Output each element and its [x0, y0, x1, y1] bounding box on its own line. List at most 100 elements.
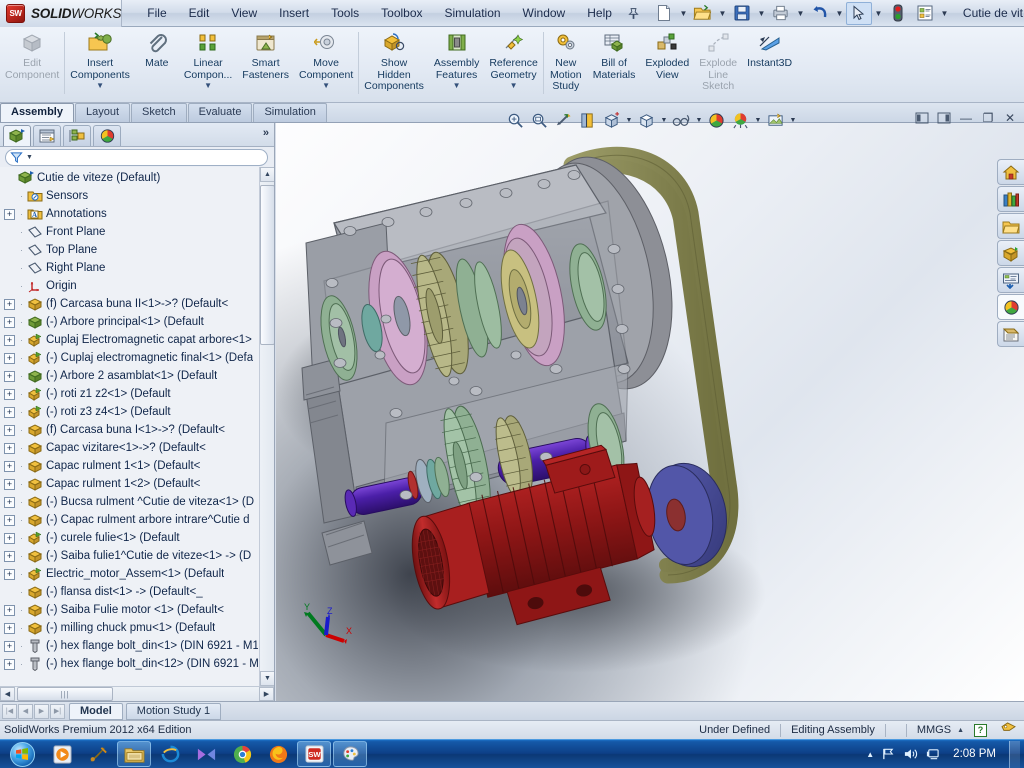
tree-horizontal-scrollbar[interactable]: ◀ ||| ▶ — [0, 686, 274, 701]
tree-expand-toggle[interactable]: + — [4, 658, 15, 670]
tab-layout[interactable]: Layout — [74, 103, 131, 122]
chevron-down-icon[interactable]: ▼ — [625, 117, 633, 124]
taskbar-media-player[interactable] — [45, 741, 79, 767]
tree-expand-toggle[interactable]: + — [4, 334, 15, 346]
tree-item[interactable]: + · (-) roti z1 z2<1> (Default — [0, 385, 258, 403]
tree-item[interactable]: + · Capac rulment 1<1> (Default< — [0, 457, 258, 475]
taskbar-movie-maker[interactable] — [189, 741, 223, 767]
feature-tree[interactable]: Cutie de viteze (Default) · Sensors + · A Anno… — [0, 167, 274, 686]
taskbar-google-chrome[interactable] — [225, 741, 259, 767]
design-library-button[interactable] — [997, 186, 1024, 212]
tab-evaluate[interactable]: Evaluate — [187, 103, 253, 122]
tab-motion-study-1[interactable]: Motion Study 1 — [125, 702, 222, 720]
tree-expand-toggle[interactable]: + — [4, 460, 15, 472]
show-hidden-icons-button[interactable]: ▲ — [866, 750, 874, 759]
hscroll-thumb[interactable]: ||| — [17, 687, 113, 701]
feature-manager-tab[interactable] — [3, 125, 31, 146]
zoom-to-fit-icon[interactable] — [505, 110, 526, 131]
tree-item[interactable]: + · (-) Arbore principal<1> (Default — [0, 313, 258, 331]
tree-item[interactable]: + · (-) Arbore 2 asamblat<1> (Default — [0, 367, 258, 385]
options-caret-icon[interactable]: ▼ — [939, 2, 950, 25]
tree-item[interactable]: · Origin — [0, 277, 258, 295]
chevron-down-icon[interactable]: ▼ — [660, 117, 668, 124]
tree-expand-toggle[interactable]: + — [4, 208, 15, 220]
tree-item[interactable]: + · A Annotations — [0, 205, 258, 223]
tree-vertical-scrollbar[interactable]: ▲ ▼ — [259, 167, 274, 686]
chevron-down-icon[interactable]: ▼ — [204, 82, 212, 90]
instant3d-button[interactable]: Instant3D — [742, 27, 797, 101]
tree-item[interactable]: · (-) flansa dist<1> -> (Default<_ — [0, 583, 258, 601]
display-style-cube-icon[interactable] — [636, 110, 657, 131]
tree-expand-toggle[interactable]: + — [4, 568, 15, 580]
options-button[interactable] — [912, 2, 938, 25]
taskbar-internet-explorer[interactable] — [153, 741, 187, 767]
tree-filter-input[interactable] — [35, 151, 267, 164]
tree-item[interactable]: + · (-) milling chuck pmu<1> (Default — [0, 619, 258, 637]
tree-expand-toggle[interactable]: + — [4, 622, 15, 634]
previous-view-icon[interactable] — [553, 110, 574, 131]
property-manager-tab[interactable] — [33, 125, 61, 146]
status-help-badge[interactable]: ? — [974, 723, 987, 737]
new-motion-study-button[interactable]: New Motion Study — [544, 27, 588, 101]
tree-expand-toggle[interactable]: + — [4, 442, 15, 454]
tree-expand-toggle[interactable]: + — [4, 478, 15, 490]
chevron-down-icon[interactable]: ▼ — [322, 82, 330, 90]
view-settings-icon[interactable] — [765, 110, 786, 131]
solidworks-resources-button[interactable] — [997, 159, 1024, 185]
new-document-caret-icon[interactable]: ▼ — [678, 2, 689, 25]
minimize-doc-icon[interactable]: — — [958, 110, 974, 126]
menu-help[interactable]: Help — [576, 2, 623, 24]
assembly-features-button[interactable]: Assembly Features ▼ — [429, 27, 485, 101]
tree-expand-toggle[interactable]: + — [4, 388, 15, 400]
save-button[interactable] — [729, 2, 755, 25]
chevron-down-icon[interactable]: ▼ — [96, 82, 104, 90]
tree-item[interactable]: · Front Plane — [0, 223, 258, 241]
taskbar-clock[interactable]: 2:08 PM — [947, 748, 1002, 760]
explode-line-sketch-button[interactable]: Explode Line Sketch — [694, 27, 742, 101]
menu-file[interactable]: File — [136, 2, 177, 24]
custom-properties-button[interactable] — [997, 267, 1024, 293]
manager-tabs-overflow[interactable]: » — [263, 127, 269, 139]
undo-caret-icon[interactable]: ▼ — [834, 2, 845, 25]
tree-expand-toggle[interactable]: + — [4, 640, 15, 652]
taskbar-paint-tool[interactable] — [81, 741, 115, 767]
print-button[interactable] — [768, 2, 794, 25]
undo-button[interactable] — [807, 2, 833, 25]
file-explorer-button[interactable] — [997, 213, 1024, 239]
tree-item[interactable]: + · (-) roti z3 z4<1> (Default — [0, 403, 258, 421]
tree-item[interactable]: + · (f) Carcasa buna II<1>->? (Default< — [0, 295, 258, 313]
filter-caret-icon[interactable]: ▼ — [26, 154, 33, 161]
tree-expand-toggle[interactable]: + — [4, 406, 15, 418]
pushpin-icon[interactable] — [623, 2, 645, 24]
tree-item[interactable]: · Right Plane — [0, 259, 258, 277]
graphics-viewport[interactable]: Y X Z — [276, 123, 1024, 701]
select-caret-icon[interactable]: ▼ — [873, 2, 884, 25]
appearance-sphere-icon[interactable] — [706, 110, 727, 131]
tree-filter-box[interactable]: ▼ — [5, 149, 268, 166]
status-units[interactable]: MMGS — [917, 724, 951, 736]
tree-item[interactable]: + · (-) hex flange bolt_din<1> (DIN 6921 -… — [0, 637, 258, 655]
chevron-down-icon[interactable]: ▼ — [453, 82, 461, 90]
taskbar-windows-explorer[interactable] — [117, 741, 151, 767]
last-tab-icon[interactable]: ▶| — [50, 703, 65, 719]
print-caret-icon[interactable]: ▼ — [795, 2, 806, 25]
tree-expand-toggle[interactable]: + — [4, 496, 15, 508]
tab-model[interactable]: Model — [69, 702, 123, 720]
menu-tools[interactable]: Tools — [320, 2, 370, 24]
bill-of-materials-button[interactable]: Bill of Materials — [588, 27, 641, 101]
network-flag-icon[interactable] — [881, 747, 896, 761]
tree-item[interactable]: + · Cuplaj Electromagnetic capat arbore<1> — [0, 331, 258, 349]
tree-root-item[interactable]: Cutie de viteze (Default) — [0, 169, 258, 187]
scroll-thumb[interactable] — [260, 185, 274, 345]
zoom-to-area-icon[interactable] — [529, 110, 550, 131]
show-desktop-button[interactable] — [1009, 740, 1020, 768]
tree-item[interactable]: + · Electric_motor_Assem<1> (Default — [0, 565, 258, 583]
select-button[interactable] — [845, 1, 872, 25]
restore-panel-left-icon[interactable] — [914, 110, 930, 126]
taskbar-solidworks[interactable]: SW — [297, 741, 331, 767]
hide-show-glasses-icon[interactable] — [671, 110, 692, 131]
first-tab-icon[interactable]: |◀ — [2, 703, 17, 719]
previous-tab-icon[interactable]: ◀ — [18, 703, 33, 719]
tree-expand-toggle[interactable]: + — [4, 532, 15, 544]
menu-window[interactable]: Window — [512, 2, 577, 24]
